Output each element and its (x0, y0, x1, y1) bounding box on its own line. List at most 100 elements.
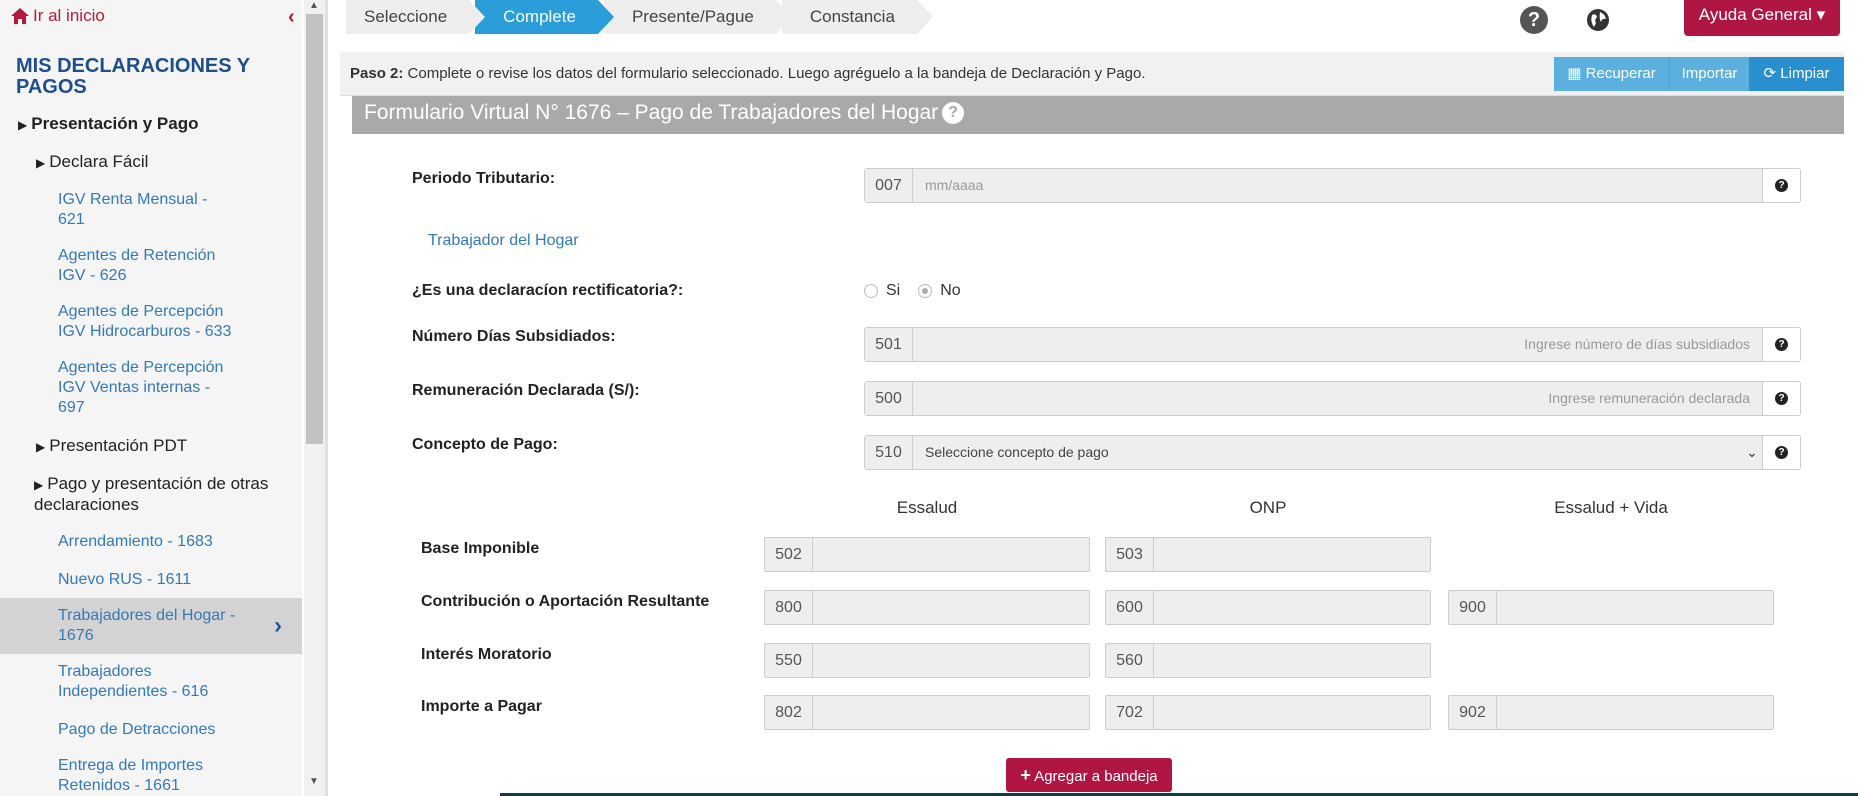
step-presente-pague[interactable]: Presente/Pague (603, 0, 792, 34)
row-contribucion: Contribución o Aportación Resultante (421, 593, 710, 610)
caret-down-icon: ▾ (1816, 5, 1826, 24)
field-502[interactable]: 502 (764, 537, 1090, 572)
radio-si-label: Si (886, 282, 901, 299)
concepto-help[interactable]: ? (1762, 436, 1800, 469)
triangle-right-icon: ▶ (36, 440, 46, 454)
periodo-label: Periodo Tributario: (412, 170, 556, 187)
sidebar-section-otras[interactable]: ▶ Pago y presentación de otras declaracio… (34, 474, 296, 515)
field-550[interactable]: 550 (764, 643, 1090, 678)
dias-input[interactable]: Ingrese número de días subsidiados (913, 328, 1762, 361)
row-interes: Interés Moratorio (421, 646, 552, 663)
scrollbar-thumb[interactable] (306, 14, 323, 444)
chevron-down-icon[interactable]: ⌄ (1742, 436, 1762, 469)
sidebar-section-declara-facil[interactable]: ▶ Declara Fácil (36, 152, 296, 173)
periodo-input[interactable]: mm/aaaa (913, 169, 1762, 202)
radio-si[interactable] (864, 284, 878, 298)
instructions-bar: Paso 2: Complete o revise los datos del … (340, 52, 1844, 96)
field-800[interactable]: 800 (764, 590, 1090, 625)
periodo-field[interactable]: 007 mm/aaaa ? (864, 168, 1801, 203)
sidebar-item-1683[interactable]: Arrendamiento - 1683 (58, 532, 258, 552)
remuneracion-field[interactable]: 500 Ingrese remuneración declarada ? (864, 381, 1801, 416)
field-503[interactable]: 503 (1105, 537, 1431, 572)
importar-button[interactable]: Importar (1669, 57, 1749, 91)
scroll-up-icon[interactable]: ▲ (309, 0, 319, 11)
chevron-right-icon: › (274, 612, 282, 639)
triangle-right-icon: ▶ (36, 156, 46, 170)
row-importe: Importe a Pagar (421, 698, 542, 715)
radio-no-label: No (940, 282, 961, 299)
question-icon[interactable]: ? (942, 102, 965, 124)
col-essalud-vida: Essalud + Vida (1554, 498, 1668, 517)
col-onp: ONP (1249, 498, 1287, 517)
question-icon: ? (1775, 392, 1788, 405)
form-title: Formulario Virtual N° 1676 – Pago de Tra… (364, 101, 939, 124)
field-600[interactable]: 600 (1105, 590, 1431, 625)
question-icon: ? (1775, 338, 1788, 351)
dias-help[interactable]: ? (1762, 328, 1800, 361)
dias-label: Número Días Subsidiados: (412, 328, 616, 345)
wizard-steps: Seleccione Complete Presente/Pague Const… (346, 0, 933, 34)
calendar-icon: ▦ (1567, 65, 1582, 82)
plus-icon: + (1020, 765, 1031, 785)
sidebar-section-presentacion-pago[interactable]: ▶ Presentación y Pago (18, 114, 198, 135)
step-complete[interactable]: Complete (475, 0, 614, 34)
triangle-right-icon: ▶ (18, 118, 28, 132)
field-900[interactable]: 900 (1448, 590, 1774, 625)
sidebar-item-697[interactable]: Agentes de Percepción IGV Ventas internas… (58, 358, 258, 418)
question-icon: ? (1775, 446, 1788, 459)
field-560[interactable]: 560 (1105, 643, 1431, 678)
limpiar-button[interactable]: ⟳ Limpiar (1749, 57, 1844, 91)
agregar-bandeja-button[interactable]: + Agregar a bandeja (1006, 758, 1172, 792)
dias-field[interactable]: 501 Ingrese número de días subsidiados ? (864, 327, 1801, 362)
trabajador-link[interactable]: Trabajador del Hogar (428, 232, 579, 250)
dias-code: 501 (865, 328, 913, 361)
remuneracion-help[interactable]: ? (1762, 382, 1800, 415)
refresh-icon: ⟳ (1763, 65, 1777, 82)
col-essalud: Essalud (896, 498, 958, 517)
row-base-imponible: Base Imponible (421, 540, 540, 557)
sidebar-item-626[interactable]: Agentes de Retención IGV - 626 (58, 246, 258, 286)
sidebar-item-detracciones[interactable]: Pago de Detracciones (58, 720, 258, 740)
sidebar-divider (325, 0, 328, 796)
question-icon: ? (1775, 179, 1788, 192)
help-circle-icon[interactable]: ? (1520, 6, 1548, 34)
concepto-value[interactable]: Seleccione concepto de pago (913, 436, 1742, 469)
periodo-code: 007 (865, 169, 913, 202)
sidebar: Ir al inicio ‹ MIS DECLARACIONES Y PAGOS… (0, 0, 302, 796)
ayuda-general-button[interactable]: Ayuda General ▾ (1684, 0, 1840, 36)
sidebar-title: MIS DECLARACIONES Y PAGOS (16, 55, 250, 98)
step-constancia[interactable]: Constancia (781, 0, 933, 34)
home-icon (11, 8, 29, 24)
concepto-select[interactable]: 510 Seleccione concepto de pago ⌄ ? (864, 435, 1801, 470)
sidebar-item-1661[interactable]: Entrega de Importes Retenidos - 1661 (58, 756, 258, 796)
field-802[interactable]: 802 (764, 695, 1090, 730)
sidebar-item-616[interactable]: Trabajadores Independientes - 616 (58, 662, 258, 702)
home-link-label: Ir al inicio (33, 6, 105, 25)
chevron-left-icon[interactable]: ‹ (288, 6, 295, 29)
concepto-label: Concepto de Pago: (412, 436, 558, 453)
radio-no[interactable] (918, 284, 933, 298)
home-link[interactable]: Ir al inicio (10, 6, 105, 26)
remuneracion-label: Remuneración Declarada (S/): (412, 382, 640, 399)
rectificatoria-radios: Si No (864, 282, 961, 300)
field-702[interactable]: 702 (1105, 695, 1431, 730)
sidebar-item-igv-621[interactable]: IGV Renta Mensual -621 (58, 190, 258, 230)
triangle-right-icon: ▶ (34, 478, 44, 492)
remuneracion-input[interactable]: Ingrese remuneración declarada (913, 382, 1762, 415)
instructions-text: Paso 2: Complete o revise los datos del … (350, 65, 1146, 82)
sidebar-section-pdt[interactable]: ▶ Presentación PDT (36, 436, 296, 457)
field-902[interactable]: 902 (1448, 695, 1774, 730)
globe-icon[interactable] (1584, 6, 1612, 34)
concepto-code: 510 (865, 436, 913, 469)
form-title-bar: Formulario Virtual N° 1676 – Pago de Tra… (352, 96, 1844, 134)
recuperar-button[interactable]: ▦ Recuperar (1554, 57, 1669, 91)
step-seleccione[interactable]: Seleccione (346, 0, 486, 34)
sidebar-scrollbar[interactable]: ▲ ▼ (304, 0, 325, 796)
sidebar-item-1611[interactable]: Nuevo RUS - 1611 (58, 570, 258, 590)
rectificatoria-label: ¿Es una declaracíon rectificatoria?: (412, 282, 684, 299)
scroll-down-icon[interactable]: ▼ (309, 776, 319, 787)
sidebar-item-633[interactable]: Agentes de Percepción IGV Hidrocarburos -… (58, 302, 258, 342)
sidebar-item-1676[interactable]: Trabajadores del Hogar -1676 (58, 606, 258, 646)
periodo-help[interactable]: ? (1762, 169, 1800, 202)
remuneracion-code: 500 (865, 382, 913, 415)
